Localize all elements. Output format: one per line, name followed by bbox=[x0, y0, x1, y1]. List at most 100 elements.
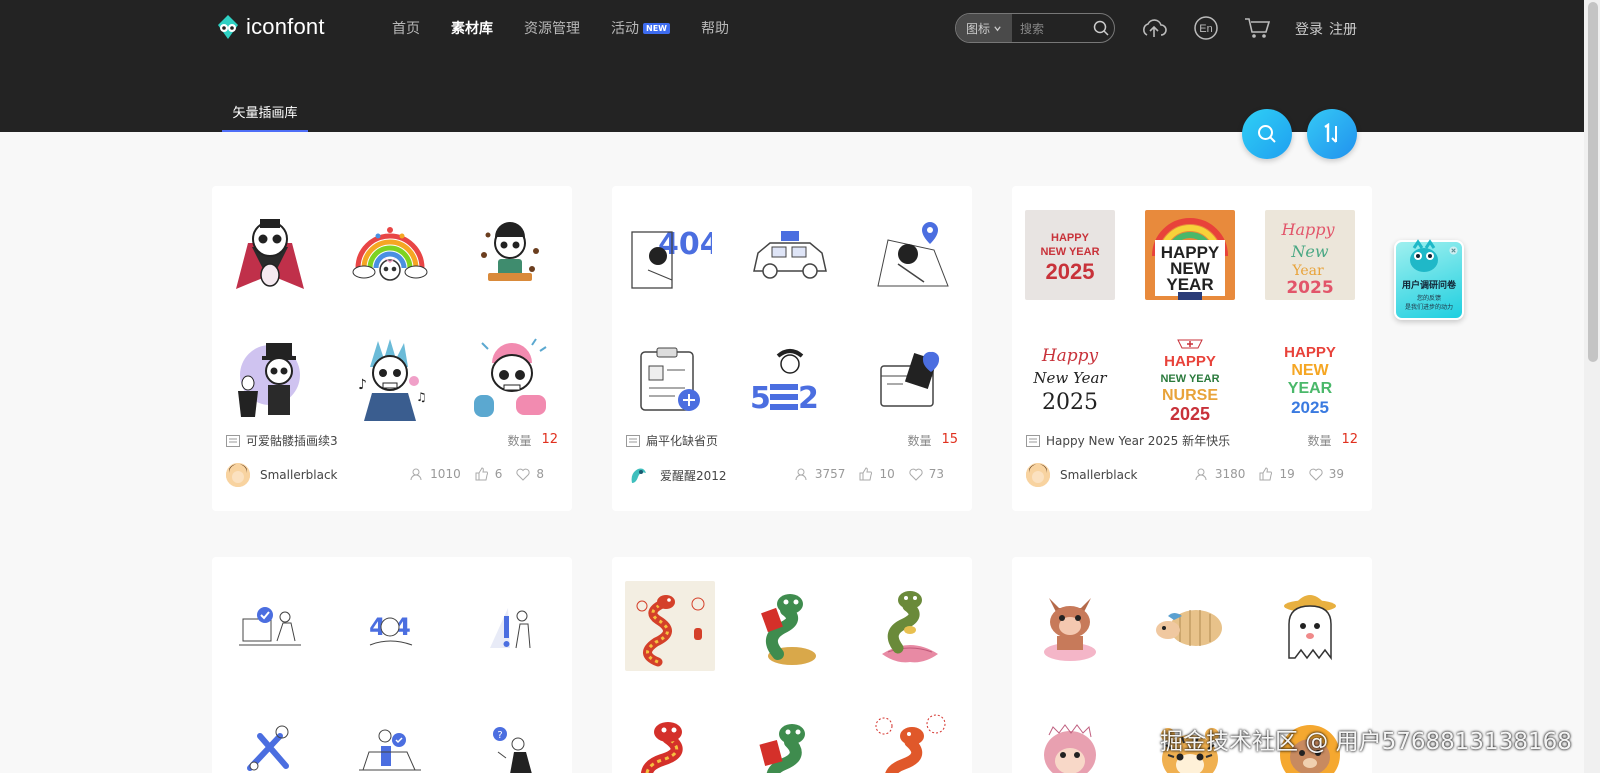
svg-text:New: New bbox=[1290, 242, 1328, 261]
login-link[interactable]: 登录 bbox=[1295, 19, 1323, 39]
illustration-thumb[interactable] bbox=[1145, 581, 1235, 671]
illustration-thumb[interactable]: ? bbox=[465, 705, 555, 773]
illustration-thumb[interactable] bbox=[865, 334, 955, 424]
collection-card[interactable]: ♪ ♫ 可爱骷髅插画续3 数量 12 Smallerblack 1010 6 8 bbox=[212, 186, 572, 511]
nav-resources[interactable]: 资源管理 bbox=[524, 18, 580, 38]
nav-materials[interactable]: 素材库 bbox=[451, 18, 493, 38]
card-author[interactable]: Smallerblack bbox=[226, 463, 338, 487]
survey-widget[interactable]: 用户调研问卷 您的反馈 是我们进步的动力 bbox=[1394, 239, 1464, 320]
card-author[interactable]: 爱醒醒2012 bbox=[626, 463, 727, 487]
favs-stat[interactable]: 73 bbox=[909, 467, 944, 481]
tab-vector-illustrations[interactable]: 矢量插画库 bbox=[222, 100, 308, 132]
upload-icon[interactable] bbox=[1140, 14, 1168, 42]
search-icon[interactable] bbox=[1088, 20, 1114, 36]
illustration-thumb[interactable] bbox=[865, 210, 955, 300]
collection-card[interactable]: 4 4 ? bbox=[212, 557, 572, 773]
favs-stat[interactable]: 8 bbox=[516, 467, 544, 481]
likes-stat[interactable]: 10 bbox=[859, 467, 895, 481]
illustration-thumb[interactable] bbox=[465, 581, 555, 671]
illustration-thumb[interactable] bbox=[1025, 705, 1115, 773]
floating-search-button[interactable] bbox=[1242, 109, 1292, 159]
tab-vector-illustrations-label: 矢量插画库 bbox=[232, 106, 298, 121]
likes-stat[interactable]: 6 bbox=[475, 467, 502, 481]
card-title[interactable]: Happy New Year 2025 新年快乐 bbox=[1026, 432, 1230, 449]
illustration-thumb[interactable] bbox=[865, 705, 955, 773]
scrollbar-thumb[interactable] bbox=[1588, 2, 1598, 362]
page-scrollbar[interactable] bbox=[1584, 0, 1600, 773]
views-count: 3757 bbox=[814, 467, 846, 481]
nav-home[interactable]: 首页 bbox=[392, 18, 420, 38]
illustration-thumb[interactable] bbox=[465, 210, 555, 300]
top-header: iconfont 首页 素材库 资源管理 活动 NEW 帮助 图标 搜索 En 登… bbox=[0, 0, 1584, 132]
survey-line-1: 您的反馈 bbox=[1416, 295, 1441, 302]
illustration-thumb[interactable] bbox=[625, 581, 715, 671]
collection-card[interactable]: HAPPY NEW YEAR 2025 HAPPY NEW YEAR Happy New Y… bbox=[1012, 186, 1372, 511]
favs-stat[interactable]: 39 bbox=[1309, 467, 1344, 481]
illustration-thumb[interactable]: Happy New Year 2025 bbox=[1025, 334, 1115, 424]
language-icon[interactable]: En bbox=[1192, 14, 1220, 42]
illustration-thumb[interactable] bbox=[1265, 581, 1355, 671]
likes-stat[interactable]: 19 bbox=[1259, 467, 1295, 481]
illustration-thumb[interactable]: Happy New Year 2025 bbox=[1265, 210, 1355, 300]
close-icon[interactable] bbox=[1449, 246, 1458, 255]
illustration-thumb[interactable] bbox=[225, 334, 315, 424]
favs-count: 8 bbox=[536, 467, 544, 481]
search-type-select[interactable]: 图标 bbox=[956, 14, 1012, 42]
collection-card[interactable] bbox=[612, 557, 972, 773]
illustration-thumb[interactable] bbox=[745, 581, 835, 671]
illustration-thumb[interactable] bbox=[745, 210, 835, 300]
search-type-label: 图标 bbox=[965, 21, 990, 36]
cart-icon[interactable] bbox=[1243, 14, 1271, 42]
svg-text:♪: ♪ bbox=[358, 377, 367, 393]
card-author[interactable]: Smallerblack bbox=[1026, 463, 1138, 487]
illustration-thumb[interactable]: 52 bbox=[745, 334, 835, 424]
new-badge: NEW bbox=[643, 22, 670, 34]
register-link[interactable]: 注册 bbox=[1329, 19, 1357, 39]
illustration-thumb[interactable]: 404 bbox=[625, 210, 715, 300]
thumb-colorful-year: YEAR bbox=[1288, 380, 1333, 397]
card-stats: 3180 19 39 bbox=[1195, 467, 1344, 481]
mascot-icon bbox=[1410, 239, 1438, 272]
illustration-thumb[interactable] bbox=[345, 705, 435, 773]
views-stat: 3180 bbox=[1195, 467, 1245, 481]
illustration-thumb[interactable] bbox=[625, 334, 715, 424]
avatar bbox=[626, 463, 650, 487]
illustration-thumb[interactable]: HAPPY NEW YEAR NURSE 2025 bbox=[1145, 334, 1235, 424]
illustration-thumb[interactable] bbox=[625, 705, 715, 773]
survey-subtitle: 您的反馈是我们进步的动力 bbox=[1396, 294, 1462, 312]
iconfont-logo[interactable]: iconfont bbox=[214, 13, 325, 41]
illustration-thumb[interactable] bbox=[465, 334, 555, 424]
card-title[interactable]: 扁平化缺省页 bbox=[626, 432, 718, 449]
thumb-up-icon bbox=[475, 467, 488, 481]
illustration-thumb[interactable] bbox=[865, 581, 955, 671]
favs-count: 73 bbox=[928, 467, 944, 481]
illustration-thumb[interactable] bbox=[225, 210, 315, 300]
illustration-thumb[interactable]: HAPPY NEW YEAR bbox=[1145, 210, 1235, 300]
illustration-thumb[interactable]: 4 4 bbox=[345, 581, 435, 671]
illustration-thumb[interactable]: ♪ ♫ bbox=[345, 334, 435, 424]
thumb-nurse-nurse: NURSE bbox=[1162, 387, 1218, 404]
count-label: 数量 bbox=[507, 434, 532, 448]
nav-help[interactable]: 帮助 bbox=[701, 18, 729, 38]
svg-text:2: 2 bbox=[798, 381, 819, 414]
card-count: 数量 12 bbox=[507, 432, 558, 449]
collection-card[interactable]: 404 52 扁平化缺省页 数量 15 爱醒醒2012 3757 10 73 bbox=[612, 186, 972, 511]
card-title[interactable]: 可爱骷髅插画续3 bbox=[226, 432, 338, 449]
search-input[interactable]: 搜索 bbox=[1012, 20, 1088, 37]
search-box: 图标 搜索 bbox=[955, 13, 1115, 43]
survey-line-2: 是我们进步的动力 bbox=[1404, 304, 1453, 311]
nav-activity[interactable]: 活动 NEW bbox=[611, 18, 670, 38]
illustration-thumb[interactable] bbox=[1025, 581, 1115, 671]
illustration-thumb[interactable]: HAPPY NEW YEAR 2025 bbox=[1025, 210, 1115, 300]
illustration-thumb[interactable]: HAPPY NEW YEAR 2025 bbox=[1265, 334, 1355, 424]
sort-button[interactable] bbox=[1307, 109, 1357, 159]
illustration-thumb[interactable] bbox=[745, 705, 835, 773]
illustration-thumb[interactable] bbox=[225, 705, 315, 773]
illustration-thumb[interactable] bbox=[225, 581, 315, 671]
card-stats: 1010 6 8 bbox=[410, 467, 544, 481]
svg-text:Happy: Happy bbox=[1280, 220, 1335, 239]
illustration-thumb[interactable] bbox=[345, 210, 435, 300]
author-name: 爱醒醒2012 bbox=[660, 468, 727, 483]
thumb-colorful-2025: 2025 bbox=[1291, 398, 1329, 417]
views-stat: 3757 bbox=[795, 467, 846, 481]
